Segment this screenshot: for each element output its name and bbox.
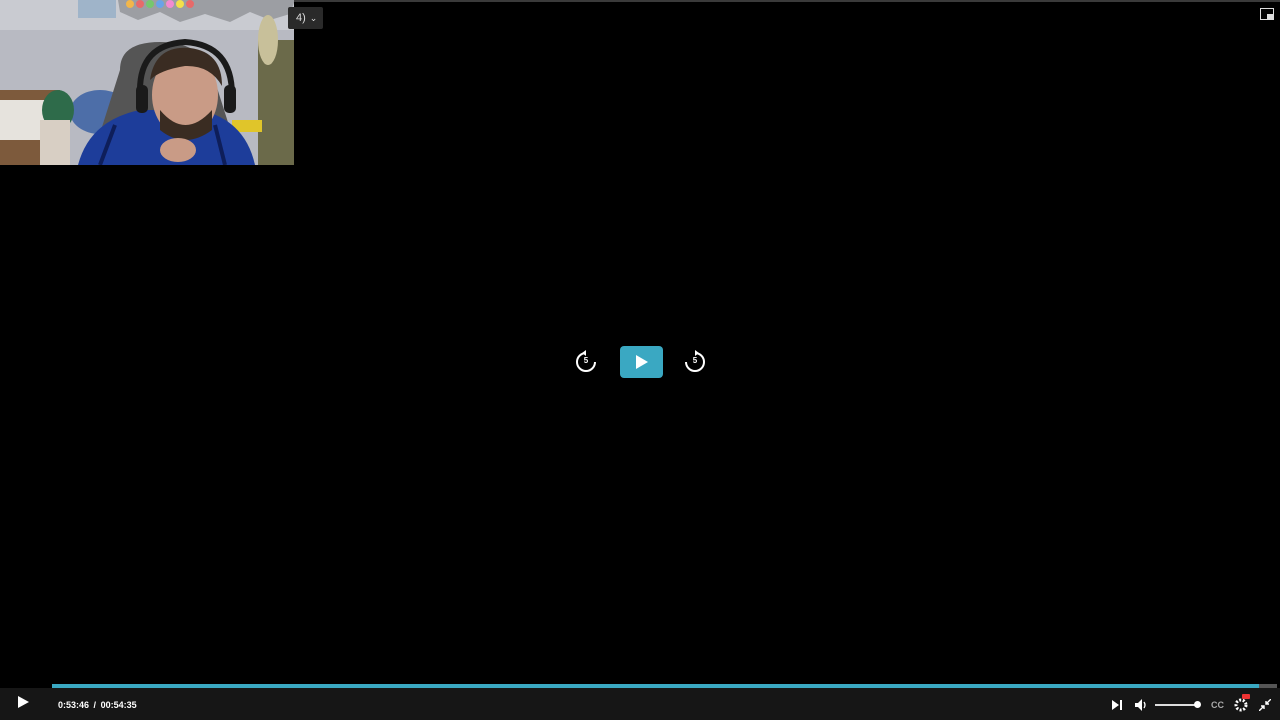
progress-fill xyxy=(52,684,1259,688)
control-bar: 0:53:46 / 00:54:35 CC xyxy=(0,684,1280,720)
play-button[interactable] xyxy=(0,684,46,720)
play-icon xyxy=(635,355,648,369)
time-separator: / xyxy=(93,700,97,710)
exit-fullscreen-icon[interactable] xyxy=(1259,699,1271,711)
gear-icon[interactable] xyxy=(1233,697,1249,713)
source-selector[interactable]: 4) ⌄ xyxy=(288,7,324,29)
webcam-overlay xyxy=(0,0,294,165)
hd-badge xyxy=(1242,694,1250,699)
time-display: 0:53:46 / 00:54:35 xyxy=(58,700,137,710)
source-selector-label: 4) xyxy=(296,12,306,24)
volume-knob[interactable] xyxy=(1194,701,1201,708)
center-controls: 5 5 xyxy=(574,346,707,378)
progress-bar[interactable] xyxy=(52,684,1277,688)
next-icon[interactable] xyxy=(1112,700,1122,710)
current-time: 0:53:46 xyxy=(58,700,90,710)
pip-icon[interactable] xyxy=(1260,8,1274,20)
play-icon xyxy=(17,696,29,708)
captions-button[interactable]: CC xyxy=(1211,700,1224,710)
big-play-button[interactable] xyxy=(620,346,663,378)
skip-forward-button[interactable]: 5 xyxy=(683,350,707,374)
skip-forward-seconds: 5 xyxy=(692,356,698,365)
chevron-down-icon: ⌄ xyxy=(309,12,318,23)
volume-icon[interactable] xyxy=(1135,699,1148,711)
duration: 00:54:35 xyxy=(100,700,137,710)
skip-back-button[interactable]: 5 xyxy=(574,350,598,374)
volume-slider[interactable] xyxy=(1155,704,1199,706)
skip-back-seconds: 5 xyxy=(583,356,589,365)
